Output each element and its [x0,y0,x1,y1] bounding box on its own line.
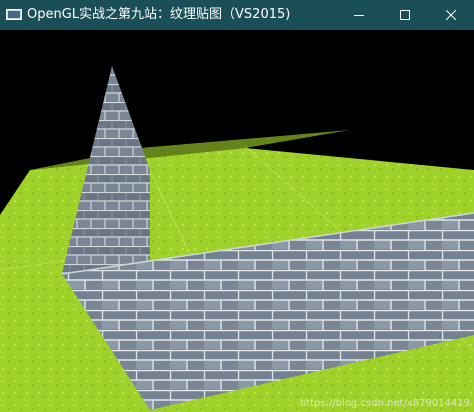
scene-render [0,66,474,412]
opengl-window: OpenGL实战之第九站：纹理贴图（VS2015) https://blog.c… [0,0,474,412]
app-icon [6,9,22,20]
minimize-icon [354,15,364,16]
title-bar[interactable]: OpenGL实战之第九站：纹理贴图（VS2015) [0,0,474,30]
close-icon [446,10,456,20]
watermark: https://blog.csdn.net/x879014419 [299,398,470,409]
minimize-button[interactable] [336,0,382,30]
close-button[interactable] [428,0,474,30]
maximize-button[interactable] [382,0,428,30]
window-title: OpenGL实战之第九站：纹理贴图（VS2015) [27,7,291,22]
maximize-icon [400,10,410,20]
opengl-viewport[interactable]: https://blog.csdn.net/x879014419 [0,30,474,412]
